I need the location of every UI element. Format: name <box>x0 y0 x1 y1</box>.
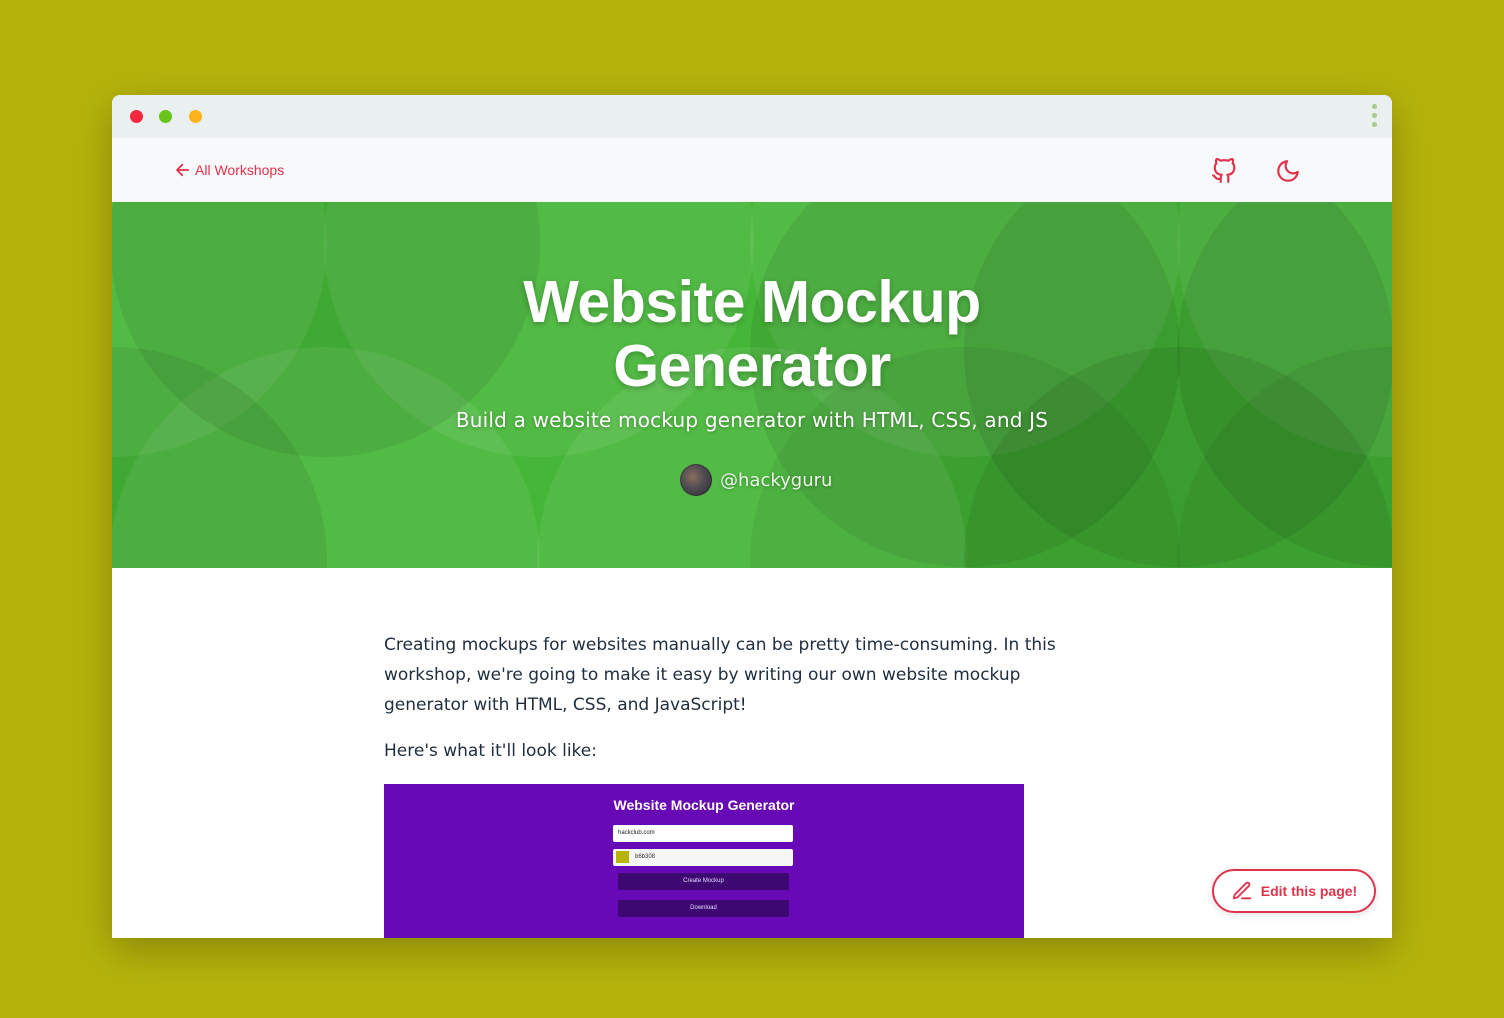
preview-color-input: b6b308 <box>613 849 793 866</box>
all-workshops-label: All Workshops <box>195 162 285 178</box>
arrow-left-icon <box>176 163 190 177</box>
moon-icon[interactable] <box>1275 158 1301 184</box>
preview-download-button: Download <box>618 900 789 917</box>
author-name: @hackyguru <box>720 469 833 491</box>
preview-create-mockup-button: Create Mockup <box>618 873 789 890</box>
maximize-window-button[interactable] <box>159 110 172 123</box>
github-icon[interactable] <box>1211 158 1237 184</box>
intro-paragraph: Creating mockups for websites manually c… <box>384 635 1056 715</box>
page-subtitle: Build a website mockup generator with HT… <box>455 408 1049 432</box>
article-body: Creating mockups for websites manually c… <box>384 630 1104 766</box>
window-titlebar <box>112 95 1392 138</box>
minimize-window-button[interactable] <box>189 110 202 123</box>
edit-page-button[interactable]: Edit this page! <box>1212 869 1376 913</box>
preview-color-swatch <box>616 851 629 863</box>
preview-url-input: hackclub.com <box>613 825 793 842</box>
preview-color-value: b6b308 <box>635 854 656 860</box>
hero-banner: Website Mockup Generator Build a website… <box>112 202 1392 568</box>
author-link[interactable]: @hackyguru <box>680 464 832 496</box>
top-navbar: All Workshops <box>112 138 1392 202</box>
page-title-line-1: Website Mockup <box>523 269 981 335</box>
kebab-icon[interactable] <box>1370 104 1378 130</box>
preview-title: Website Mockup Generator <box>613 797 795 813</box>
mockup-preview-image: Website Mockup Generator hackclub.com b6… <box>384 784 1024 938</box>
preview-intro-paragraph: Here's what it'll look like: <box>384 741 597 761</box>
avatar <box>680 464 712 496</box>
browser-window: All Workshops Website Mockup Generator B… <box>112 95 1392 938</box>
pencil-icon <box>1232 881 1251 900</box>
page-title-line-2: Generator <box>613 333 891 399</box>
all-workshops-link[interactable]: All Workshops <box>174 160 284 180</box>
edit-page-label: Edit this page! <box>1260 883 1358 899</box>
page-title: Website Mockup Generator <box>112 270 1392 398</box>
close-window-button[interactable] <box>130 110 143 123</box>
